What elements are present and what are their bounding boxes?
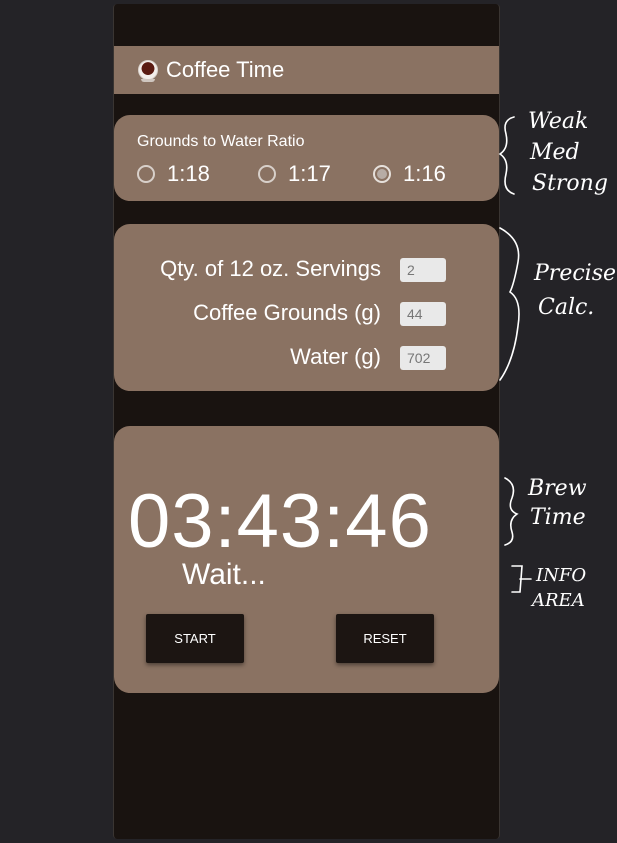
ratio-option-label: 1:17 xyxy=(288,161,331,186)
water-row: Water (g) xyxy=(114,344,499,374)
radio-1-18[interactable] xyxy=(137,165,155,183)
reset-button[interactable]: RESET xyxy=(336,614,434,663)
ratio-option-1-18[interactable]: 1:18 xyxy=(137,161,210,187)
servings-label: Qty. of 12 oz. Servings xyxy=(160,256,381,281)
app-header: Coffee Time xyxy=(114,46,499,94)
note-brew: Brew xyxy=(528,476,587,501)
ratio-option-1-16[interactable]: 1:16 xyxy=(373,161,446,187)
calc-brace xyxy=(499,227,520,381)
note-info: INFO xyxy=(536,565,587,586)
water-label: Water (g) xyxy=(290,344,381,369)
grounds-row: Coffee Grounds (g) xyxy=(114,300,499,330)
note-calc: Calc. xyxy=(538,295,595,320)
time-brace xyxy=(504,477,519,546)
timer-card: 03:43:46 Wait... START RESET xyxy=(114,426,499,693)
info-text: Wait... xyxy=(182,558,266,591)
grounds-label: Coffee Grounds (g) xyxy=(193,300,381,325)
brew-timer: 03:43:46 xyxy=(128,479,432,564)
ratio-option-label: 1:18 xyxy=(167,161,210,186)
grounds-input[interactable] xyxy=(400,302,446,326)
ratio-option-1-17[interactable]: 1:17 xyxy=(258,161,331,187)
canvas: Coffee Time Grounds to Water Ratio 1:18 … xyxy=(0,0,617,843)
radio-1-16[interactable] xyxy=(373,165,391,183)
note-med: Med xyxy=(530,140,580,165)
ratio-brace xyxy=(498,116,515,195)
note-area: AREA xyxy=(532,590,585,611)
ratio-card: Grounds to Water Ratio 1:18 1:17 1:16 xyxy=(114,115,499,201)
servings-row: Qty. of 12 oz. Servings xyxy=(114,256,499,286)
note-precise: Precise xyxy=(534,261,617,286)
ratio-label: Grounds to Water Ratio xyxy=(137,133,305,150)
app-title: Coffee Time xyxy=(166,57,285,82)
note-strong: Strong xyxy=(532,171,608,196)
info-brace xyxy=(511,565,532,593)
phone-screen: Coffee Time Grounds to Water Ratio 1:18 … xyxy=(113,4,500,839)
note-time: Time xyxy=(530,505,586,530)
water-input[interactable] xyxy=(400,346,446,370)
coffee-cup-icon xyxy=(138,60,158,82)
servings-input[interactable] xyxy=(400,258,446,282)
note-weak: Weak xyxy=(528,109,589,134)
start-button[interactable]: START xyxy=(146,614,244,663)
radio-1-17[interactable] xyxy=(258,165,276,183)
ratio-option-label: 1:16 xyxy=(403,161,446,186)
calc-card: Qty. of 12 oz. Servings Coffee Grounds (… xyxy=(114,224,499,391)
